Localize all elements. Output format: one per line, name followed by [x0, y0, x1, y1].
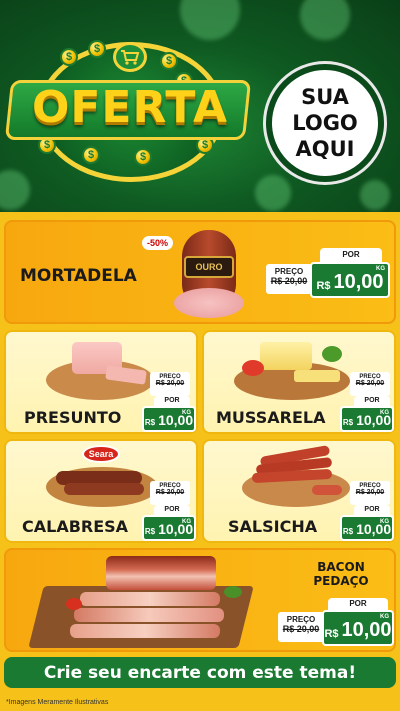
sausage-link	[64, 483, 144, 495]
old-price: R$ 20,00	[355, 489, 385, 496]
old-price: R$ 20,00	[355, 380, 385, 387]
basil-leaves	[322, 346, 342, 362]
currency: R$	[342, 527, 354, 536]
old-price-box: PREÇO R$ 20,00	[278, 612, 324, 642]
bokeh-light	[180, 0, 240, 40]
preco-label: PREÇO	[159, 374, 181, 380]
preco-label: PREÇO	[159, 483, 181, 489]
bokeh-light	[255, 175, 291, 211]
old-price-box: PREÇO R$ 20,00	[266, 264, 312, 294]
por-label: POR	[354, 505, 390, 515]
product-name-line1: BACON	[317, 560, 365, 574]
bacon-slab	[106, 556, 216, 590]
por-label: POR	[320, 248, 382, 262]
new-price: R$ 10,00 KG	[142, 406, 196, 432]
por-label: POR	[154, 396, 190, 406]
dollar-coin-icon: $	[134, 148, 152, 166]
cta-banner: Crie seu encarte com este tema!	[4, 657, 396, 688]
unit: KG	[376, 266, 385, 272]
dollar-coin-icon: $	[160, 52, 178, 70]
old-price-box: PREÇO R$ 20,00	[350, 481, 390, 505]
bacon-product-card: BACON PEDAÇO PREÇO R$ 20,00 POR R$ 10,00…	[4, 548, 396, 652]
bokeh-light	[0, 170, 30, 210]
new-price: R$ 10,00 KG	[340, 515, 394, 541]
por-label: POR	[154, 505, 190, 515]
bacon-strip	[74, 608, 224, 622]
currency: R$	[144, 418, 156, 427]
currency: R$	[342, 418, 354, 427]
unit: KG	[380, 410, 389, 416]
mortadela-image: OURO	[174, 226, 246, 322]
price-value: 10,00	[333, 271, 384, 293]
tomato	[66, 598, 82, 610]
old-price-box: PREÇO R$ 20,00	[150, 481, 190, 505]
banner-title: OFERTA	[31, 82, 229, 133]
old-price-box: PREÇO R$ 20,00	[350, 372, 390, 396]
mussarela-image	[234, 338, 354, 400]
discount-badge: -50%	[142, 236, 174, 250]
preco-label: PREÇO	[274, 267, 304, 276]
bacon-strip	[80, 592, 220, 606]
new-price: R$ 10,00 KG	[142, 515, 196, 541]
featured-product-card: MORTADELA OURO -50% PREÇO R$ 20,00 POR R…	[4, 220, 396, 324]
logo-line: AQUI	[295, 137, 355, 161]
preco-label: PREÇO	[286, 615, 316, 624]
product-card: MUSSARELA PREÇO R$ 20,00 POR R$ 10,00 KG	[202, 330, 396, 434]
logo-line: SUA	[301, 85, 349, 109]
tomato	[242, 360, 264, 376]
old-price: R$ 20,00	[270, 276, 308, 286]
calabresa-image: Seara	[46, 445, 158, 507]
preco-label: PREÇO	[359, 374, 381, 380]
cheese-block	[260, 342, 312, 370]
product-name: CALABRESA	[22, 517, 129, 536]
footer-disclaimer: *Imagens Meramente Ilustrativas	[0, 692, 400, 711]
dollar-coin-icon: $	[82, 146, 100, 164]
sausage-slices	[312, 485, 342, 495]
currency: R$	[316, 280, 331, 292]
product-name: MORTADELA	[20, 266, 137, 286]
product-card: SALSICHA PREÇO R$ 20,00 POR R$ 10,00 KG	[202, 439, 396, 543]
price-value: 10,00	[341, 619, 392, 641]
por-label: POR	[328, 598, 388, 610]
product-name: MUSSARELA	[216, 408, 326, 427]
old-price: R$ 20,00	[155, 380, 185, 387]
old-price: R$ 20,00	[282, 624, 320, 634]
cheese-slices	[294, 370, 340, 382]
bokeh-light	[360, 180, 390, 210]
preco-label: PREÇO	[359, 483, 381, 489]
bacon-strip	[70, 624, 220, 638]
new-price: R$ 10,00 KG	[322, 610, 394, 646]
currency: R$	[324, 628, 339, 640]
pack-label: OURO	[184, 256, 234, 278]
bacon-image	[26, 552, 256, 652]
unit: KG	[182, 519, 191, 525]
unit: KG	[380, 614, 389, 620]
bokeh-light	[300, 0, 350, 40]
new-price: R$ 10,00 KG	[340, 406, 394, 432]
unit: KG	[182, 410, 191, 416]
brand-logo: Seara	[82, 445, 120, 463]
old-price-box: PREÇO R$ 20,00	[150, 372, 190, 396]
header-banner: $ $ $ $ $ $ $ $ OFERTA SUA LOGO AQUI	[0, 0, 400, 212]
presunto-image	[46, 338, 156, 400]
mortadela-slices	[174, 288, 244, 318]
currency: R$	[144, 527, 156, 536]
salsicha-image	[242, 444, 354, 507]
herb-leaves	[224, 586, 242, 598]
product-card: PRESUNTO PREÇO R$ 20,00 POR R$ 10,00 KG	[4, 330, 198, 434]
old-price: R$ 20,00	[155, 489, 185, 496]
product-name-line2: PEDAÇO	[313, 574, 369, 588]
unit: KG	[380, 519, 389, 525]
dollar-coin-icon: $	[60, 48, 78, 66]
logo-line: LOGO	[292, 111, 358, 135]
shopping-cart-icon	[113, 42, 147, 72]
product-name: SALSICHA	[228, 517, 318, 536]
product-card: Seara CALABRESA PREÇO R$ 20,00 POR R$ 10…	[4, 439, 198, 543]
logo-placeholder: SUA LOGO AQUI	[266, 64, 384, 182]
por-label: POR	[354, 396, 390, 406]
new-price: R$ 10,00 KG	[310, 262, 390, 298]
product-name: PRESUNTO	[24, 408, 122, 427]
dollar-coin-icon: $	[88, 40, 106, 58]
